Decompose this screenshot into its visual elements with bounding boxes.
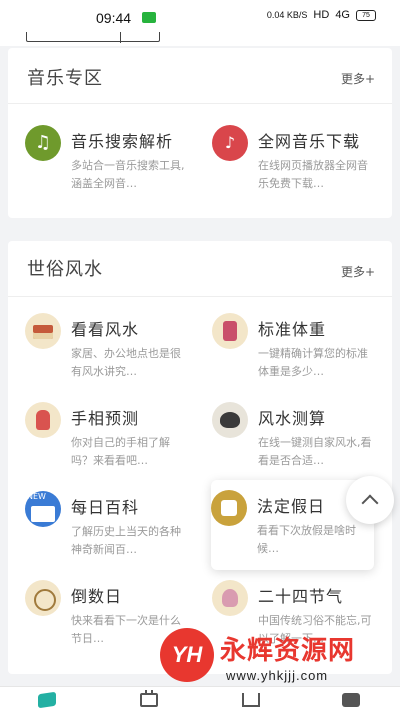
item-daily-wiki[interactable]: 每日百科 了解历史上当天的各种神奇新闻百… — [25, 491, 210, 571]
music-download-icon — [212, 125, 248, 161]
music-section-title: 音乐专区 — [27, 68, 103, 89]
fengshui-more-link[interactable]: 更多+ — [341, 263, 375, 280]
item-desc: 看看下次放假是啥时候… — [257, 524, 356, 555]
item-desc: 你对自己的手相了解吗？来看看吧… — [71, 436, 170, 467]
item-name: 手相预测 — [71, 409, 140, 428]
item-desc: 在线网页播放器全网音乐免费下载… — [258, 159, 368, 190]
mine-tab-icon[interactable] — [342, 693, 360, 707]
watermark-url: www.yhkjjj.com — [226, 668, 329, 683]
status-bar: 09:44 0.04 KB/S HD 4G 75 — [0, 0, 400, 32]
signal-icon: 4G — [335, 9, 350, 21]
battery-icon: 75 — [356, 9, 376, 21]
previous-card-fragment — [0, 32, 400, 46]
house-icon — [25, 313, 61, 349]
fengshui-section-title: 世俗风水 — [27, 259, 103, 280]
previous-card-button-fragment[interactable] — [26, 32, 160, 43]
scroll-to-top-button[interactable] — [346, 476, 394, 524]
music-more-link[interactable]: 更多+ — [341, 70, 375, 87]
solar-term-icon — [212, 580, 248, 616]
item-standard-weight[interactable]: 标准体重 一键精确计算您的标准体重是多少… — [212, 313, 397, 393]
music-item-search[interactable]: 音乐搜索解析 多站合一音乐搜索工具,涵盖全网音… — [25, 125, 210, 205]
fengshui-section-card: 世俗风水 更多+ 看看风水 家居、办公地点也是很有风水讲究… 标准体重 一键精确… — [8, 241, 392, 674]
status-time: 09:44 — [96, 10, 132, 26]
item-name: 看看风水 — [71, 320, 140, 339]
palm-icon — [25, 402, 61, 438]
home-tab-icon[interactable] — [38, 691, 56, 709]
item-name: 音乐搜索解析 — [71, 132, 174, 151]
item-desc: 在线一键测自家风水,看看是否合适… — [258, 436, 372, 467]
item-fengshui-calc[interactable]: 风水测算 在线一键测自家风水,看看是否合适… — [212, 402, 397, 482]
fengshui-section-header: 世俗风水 更多+ — [8, 241, 392, 297]
news-icon — [25, 491, 61, 527]
item-desc: 一键精确计算您的标准体重是多少… — [258, 347, 368, 378]
item-desc: 多站合一音乐搜索工具,涵盖全网音… — [71, 159, 185, 190]
watermark: YH 永辉资源网 www.yhkjjj.com — [160, 628, 392, 694]
wechat-notification-icon — [142, 12, 156, 23]
watermark-brand: 永辉资源网 — [220, 636, 356, 666]
status-right: 0.04 KB/S HD 4G 75 — [267, 9, 376, 21]
music-section-header: 音乐专区 更多+ — [8, 48, 392, 104]
item-name: 每日百科 — [71, 498, 140, 517]
weight-icon — [212, 313, 248, 349]
fengshui-icon — [212, 402, 248, 438]
countdown-clock-icon — [25, 580, 61, 616]
item-name: 标准体重 — [258, 320, 327, 339]
watermark-logo: YH — [160, 628, 214, 682]
item-name: 风水测算 — [258, 409, 327, 428]
item-name: 法定假日 — [257, 497, 326, 516]
calendar-tab-icon[interactable] — [140, 690, 158, 707]
tools-tab-icon[interactable] — [242, 693, 260, 707]
music-section-card: 音乐专区 更多+ 音乐搜索解析 多站合一音乐搜索工具,涵盖全网音… 全网音乐下载… — [8, 48, 392, 218]
item-desc: 家居、办公地点也是很有风水讲究… — [71, 347, 181, 378]
item-kankan-fengshui[interactable]: 看看风水 家居、办公地点也是很有风水讲究… — [25, 313, 210, 393]
hd-indicator: HD — [313, 9, 330, 21]
holiday-icon — [211, 490, 247, 526]
item-palm-reading[interactable]: 手相预测 你对自己的手相了解吗？来看看吧… — [25, 402, 210, 482]
item-name: 二十四节气 — [258, 587, 344, 606]
item-name: 倒数日 — [71, 587, 123, 606]
music-note-icon — [25, 125, 61, 161]
item-name: 全网音乐下载 — [258, 132, 361, 151]
item-desc: 了解历史上当天的各种神奇新闻百… — [71, 525, 181, 556]
net-speed: 0.04 KB/S — [266, 10, 308, 20]
music-item-download[interactable]: 全网音乐下载 在线网页播放器全网音乐免费下载… — [212, 125, 397, 205]
